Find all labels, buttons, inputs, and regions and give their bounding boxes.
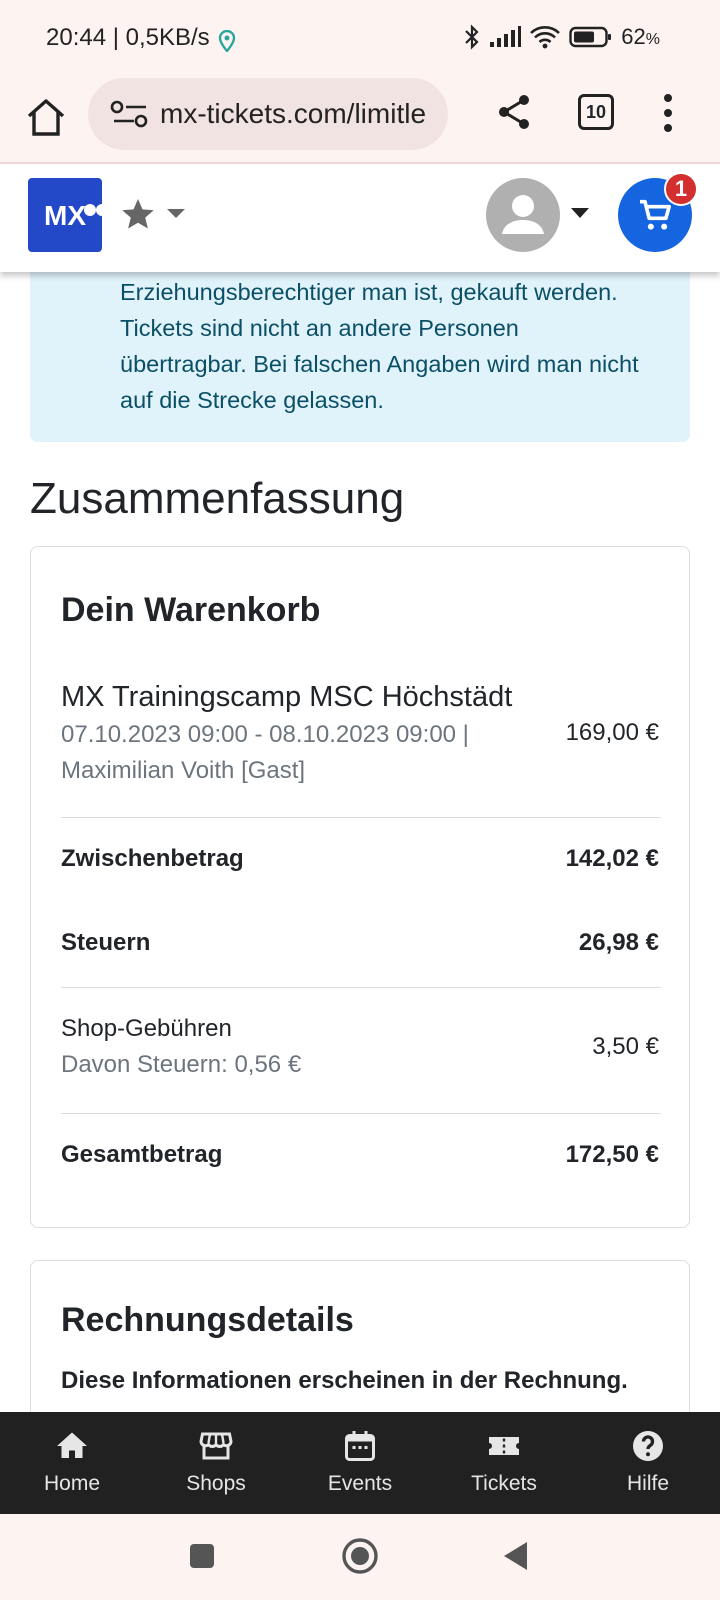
url-text: mx-tickets.com/limitle: [160, 98, 427, 129]
nav-tickets[interactable]: Tickets: [432, 1412, 576, 1514]
user-avatar[interactable]: [486, 178, 560, 252]
app-header: MX 1: [0, 166, 720, 272]
item-name: MX Trainingscamp MSC Höchstädt: [61, 681, 513, 713]
nav-label: Hilfe: [626, 1472, 669, 1495]
favorites-dropdown[interactable]: [120, 194, 200, 234]
bottom-navigation: Home Shops Events Tickets Hilfe: [0, 1412, 720, 1514]
divider: [61, 1113, 661, 1114]
tax-value: 26,98 €: [578, 929, 659, 956]
nav-label: Shops: [186, 1472, 246, 1495]
subtotal-value: 142,02 €: [565, 845, 659, 872]
info-alert: Erziehungsberechtiger man ist, gekauft w…: [30, 272, 690, 442]
cart-summary-card: Dein Warenkorb MX Trainingscamp MSC Höch…: [30, 546, 690, 1228]
more-menu-icon[interactable]: [660, 92, 676, 134]
tab-switcher-button[interactable]: 10: [578, 94, 614, 130]
account-caret-icon[interactable]: [570, 206, 590, 220]
user-icon: [502, 195, 544, 234]
browser-toolbar: mx-tickets.com/limitle 10: [0, 78, 720, 164]
address-bar[interactable]: mx-tickets.com/limitle: [88, 78, 448, 150]
subtotal-label: Zwischenbetrag: [61, 845, 244, 872]
battery-level: 62%: [621, 24, 660, 49]
back-triangle-icon: [504, 1542, 527, 1570]
billing-title: Rechnungsdetails: [61, 1301, 354, 1339]
nav-home[interactable]: Home: [0, 1412, 144, 1514]
item-price: 169,00 €: [565, 719, 659, 746]
caret-down-icon: [167, 209, 185, 218]
nav-shops[interactable]: Shops: [144, 1412, 288, 1514]
fees-value: 3,50 €: [592, 1033, 659, 1060]
home-system-button[interactable]: [340, 1536, 380, 1576]
status-bar: 20:44 | 0,5KB/s 62%: [0, 0, 720, 78]
bluetooth-icon: [465, 24, 479, 50]
nav-help[interactable]: Hilfe: [576, 1412, 720, 1514]
recent-apps-button[interactable]: [182, 1536, 222, 1576]
page-title: Zusammenfassung: [30, 474, 405, 523]
nav-label: Events: [327, 1472, 393, 1495]
store-icon: [199, 1432, 233, 1460]
system-navigation: [0, 1514, 720, 1600]
home-button[interactable]: [24, 96, 68, 140]
back-button[interactable]: [496, 1536, 536, 1576]
wifi-icon: [530, 26, 561, 49]
status-time-speed: 20:44 | 0,5KB/s: [46, 24, 210, 51]
status-icons: 62%: [463, 24, 660, 50]
mx-tickets-logo[interactable]: MX: [28, 178, 102, 252]
fees-label: Shop-Gebühren: [61, 1015, 232, 1042]
divider: [61, 987, 661, 988]
item-dates: 07.10.2023 09:00 - 08.10.2023 09:00 |: [61, 721, 469, 748]
home-icon: [57, 1432, 87, 1458]
site-settings-icon[interactable]: [110, 99, 150, 129]
nav-label: Home: [43, 1472, 101, 1495]
help-icon: [633, 1431, 663, 1461]
star-icon: [122, 199, 154, 229]
item-person: Maximilian Voith [Gast]: [61, 757, 306, 784]
nav-label: Tickets: [471, 1472, 537, 1495]
billing-description: Diese Informationen erscheinen in der Re…: [61, 1367, 628, 1394]
cart-title: Dein Warenkorb: [61, 591, 321, 629]
circle-icon: [342, 1538, 378, 1574]
calendar-icon: [345, 1431, 375, 1461]
location-icon: [218, 30, 236, 52]
info-text: Erziehungsberechtiger man ist, gekauft w…: [120, 279, 639, 413]
share-button[interactable]: [494, 92, 534, 132]
signal-icon: [490, 26, 522, 47]
nav-events[interactable]: Events: [288, 1412, 432, 1514]
battery-icon: [569, 26, 612, 48]
tax-label: Steuern: [61, 929, 151, 956]
ticket-icon: [489, 1437, 519, 1455]
divider: [61, 817, 661, 818]
total-label: Gesamtbetrag: [61, 1141, 223, 1168]
square-icon: [190, 1544, 214, 1568]
total-value: 172,50 €: [565, 1141, 659, 1168]
cart-count-badge: 1: [664, 172, 698, 206]
fees-tax-note: Davon Steuern: 0,56 €: [61, 1051, 302, 1078]
svg-text:MX: MX: [44, 200, 86, 231]
